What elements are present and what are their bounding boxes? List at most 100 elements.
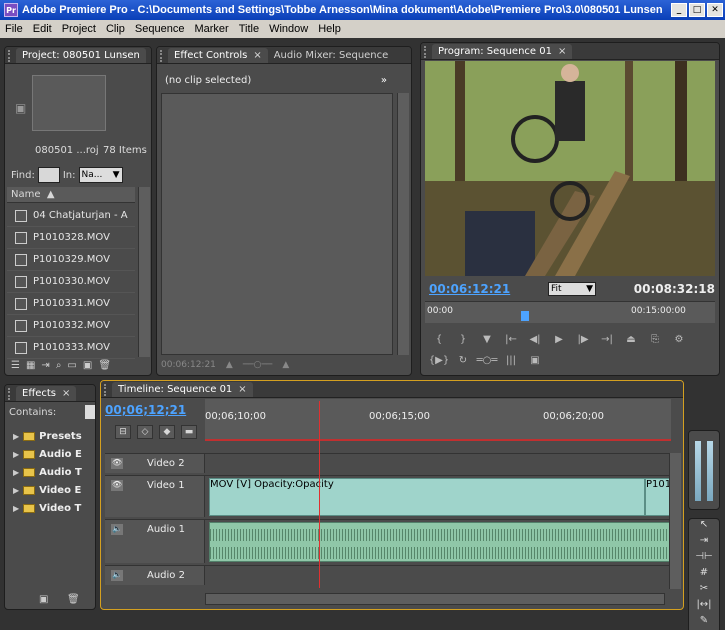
list-item[interactable]: P1010332.MOV (7, 315, 135, 337)
work-area-bar[interactable] (205, 439, 671, 441)
find-input[interactable] (37, 167, 60, 183)
list-item[interactable]: P1010333.MOV (7, 337, 135, 359)
eye-icon[interactable]: 👁 (111, 458, 123, 469)
expand-triangle-icon[interactable]: ▶ (13, 486, 19, 495)
fit-dropdown[interactable]: Fit ▼ (548, 282, 596, 296)
pen-tool-icon[interactable]: ✎ (689, 615, 719, 630)
lift-icon[interactable]: ⏏ (621, 331, 641, 347)
speaker-icon[interactable]: 🔈 (111, 570, 123, 581)
close-tab-icon[interactable]: × (238, 384, 246, 395)
expand-triangle-icon[interactable]: ▶ (13, 432, 19, 441)
panel-grip[interactable] (160, 50, 166, 62)
new-bin-icon[interactable]: ▣ (39, 594, 48, 605)
ripple-edit-tool-icon[interactable]: ⊣⊢ (689, 551, 719, 567)
list-item[interactable]: ▶ Video T (7, 499, 93, 517)
program-current-timecode[interactable]: 00:06:12:21 (429, 282, 510, 296)
audio-clip[interactable] (209, 522, 671, 562)
project-scrollbar[interactable] (138, 187, 150, 357)
tab-timeline[interactable]: Timeline: Sequence 01 × (112, 382, 253, 397)
list-item[interactable]: ▶ Audio T (7, 463, 93, 481)
extract-icon[interactable]: ⎘ (645, 331, 665, 347)
contains-input[interactable] (85, 405, 95, 419)
panel-grip[interactable] (8, 388, 14, 400)
selection-tool-icon[interactable]: ↖ (689, 519, 719, 535)
menu-window[interactable]: Window (264, 23, 313, 35)
menu-file[interactable]: File (0, 23, 28, 35)
timeline-hscroll[interactable] (205, 593, 665, 605)
expand-triangle-icon[interactable]: ▶ (13, 468, 19, 477)
automate-icon[interactable]: ⇥ (41, 360, 49, 371)
video-clip[interactable]: P101 (645, 478, 671, 516)
slip-tool-icon[interactable]: |↔| (689, 599, 719, 615)
panel-grip[interactable] (424, 46, 430, 58)
play-icon[interactable]: ▶ (549, 331, 569, 347)
menu-project[interactable]: Project (57, 23, 101, 35)
razor-tool-icon[interactable]: ✂ (689, 583, 719, 599)
tab-program[interactable]: Program: Sequence 01 × (432, 44, 573, 59)
close-tab-icon[interactable]: × (253, 50, 261, 61)
play-in-to-out-icon[interactable]: {▶} (429, 352, 449, 368)
menu-clip[interactable]: Clip (101, 23, 130, 35)
timeline-vscroll[interactable] (669, 453, 681, 589)
set-marker-icon[interactable]: ◇ (137, 425, 153, 439)
shuttle-slider[interactable]: ═○═ (477, 352, 498, 368)
rolling-edit-tool-icon[interactable]: # (689, 567, 719, 583)
trim-icon[interactable]: ⚙ (669, 331, 689, 347)
list-view-icon[interactable]: ☰ (11, 360, 20, 371)
timeline-playhead-line[interactable] (319, 401, 320, 588)
zoom-out-icon[interactable]: ▲ (226, 360, 233, 370)
close-tab-icon[interactable]: × (62, 388, 70, 399)
icon-view-icon[interactable]: ▦ (26, 360, 35, 371)
zoom-slider[interactable]: ──○── (243, 360, 273, 370)
menu-sequence[interactable]: Sequence (130, 23, 190, 35)
program-video-frame[interactable] (425, 61, 715, 276)
list-item[interactable]: P1010330.MOV (7, 271, 135, 293)
jog-slider[interactable]: ||| (501, 352, 521, 368)
expand-triangle-icon[interactable]: ▶ (13, 504, 19, 513)
track-select-tool-icon[interactable]: ⇥ (689, 535, 719, 551)
export-frame-icon[interactable]: ▣ (525, 352, 545, 368)
tab-effects[interactable]: Effects × (16, 386, 77, 401)
list-item[interactable]: 04 Chatjaturjan - A (7, 205, 135, 227)
close-tab-icon[interactable]: × (558, 46, 566, 57)
new-item-icon[interactable]: ▣ (83, 360, 92, 371)
program-time-ruler[interactable]: 00:00 00:15:00:00 (425, 301, 715, 323)
timeline-ruler[interactable]: 00;06;10;00 00;06;15;00 00;06;20;00 (205, 399, 671, 441)
step-forward-icon[interactable]: |▶ (573, 331, 593, 347)
list-item[interactable]: ▶ Presets (7, 427, 93, 445)
tab-project[interactable]: Project: 080501 Lunsen (16, 48, 146, 63)
list-item[interactable]: ▶ Video E (7, 481, 93, 499)
find-icon[interactable]: ⌕ (56, 360, 62, 371)
loop-icon[interactable]: ↻ (453, 352, 473, 368)
goto-in-icon[interactable]: |← (501, 331, 521, 347)
marker-icon[interactable]: ▼ (477, 331, 497, 347)
in-dropdown[interactable]: Na... ▼ (78, 167, 123, 183)
menu-help[interactable]: Help (313, 23, 346, 35)
eye-icon[interactable]: 👁 (111, 480, 123, 491)
menu-marker[interactable]: Marker (189, 23, 233, 35)
expand-triangle-icon[interactable]: ▶ (13, 450, 19, 459)
playhead-icon[interactable] (521, 311, 529, 321)
video-clip[interactable]: MOV [V] Opacity:Opacity (209, 478, 645, 516)
goto-out-icon[interactable]: →| (597, 331, 617, 347)
panel-grip[interactable] (104, 384, 110, 396)
tab-effect-controls[interactable]: Effect Controls × (168, 48, 268, 63)
list-item[interactable]: P1010328.MOV (7, 227, 135, 249)
trash-icon[interactable]: 🗑 (98, 360, 111, 371)
close-button[interactable]: ✕ (707, 3, 723, 17)
sequence-marker-icon[interactable]: ▬ (181, 425, 197, 439)
menu-edit[interactable]: Edit (28, 23, 57, 35)
trash-icon[interactable]: 🗑 (67, 594, 80, 605)
menu-title[interactable]: Title (234, 23, 264, 35)
timeline-current-timecode[interactable]: 00;06;12;21 (105, 403, 186, 417)
step-back-icon[interactable]: ◀| (525, 331, 545, 347)
bin-icon[interactable]: ▭ (67, 360, 76, 371)
list-item[interactable]: P1010329.MOV (7, 249, 135, 271)
list-item[interactable]: ▶ Audio E (7, 445, 93, 463)
snap-icon[interactable]: ⊟ (115, 425, 131, 439)
maximize-button[interactable]: □ (689, 3, 705, 17)
keyframe-icon[interactable]: ◆ (159, 425, 175, 439)
list-item[interactable]: P1010331.MOV (7, 293, 135, 315)
panel-grip[interactable] (8, 50, 14, 62)
set-in-icon[interactable]: { (429, 331, 449, 347)
